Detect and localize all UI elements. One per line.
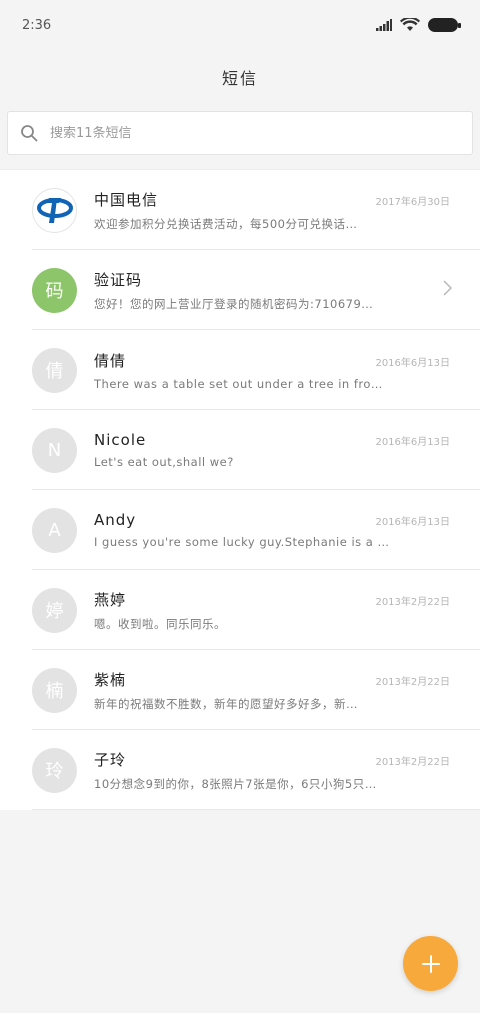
message-item[interactable]: A Andy 2016年6月13日 I guess you're some lu… [0, 490, 480, 570]
sender-name: Nicole [94, 431, 147, 449]
message-date: 2013年2月22日 [375, 676, 450, 688]
message-header: 子玲 2013年2月22日 [94, 749, 450, 770]
message-preview: Let's eat out,shall we? [94, 455, 234, 469]
sms-screen: 2:36 短信 搜索11条短信 中国电信 2017年6月30日 欢迎参加积分兑换… [0, 0, 480, 1013]
message-header: 紫楠 2013年2月22日 [94, 669, 450, 690]
message-preview: 新年的祝福数不胜数，新年的愿望好多好多，新… [94, 696, 358, 711]
message-body: 中国电信 2017年6月30日 欢迎参加积分兑换话费活动，每500分可兑换话… [94, 189, 450, 232]
status-time: 2:36 [22, 17, 52, 33]
message-list: 中国电信 2017年6月30日 欢迎参加积分兑换话费活动，每500分可兑换话… … [0, 169, 480, 810]
message-body: 子玲 2013年2月22日 10分想念9到的你，8张照片7张是你，6只小狗5只… [94, 749, 450, 792]
message-item[interactable]: 楠 紫楠 2013年2月22日 新年的祝福数不胜数，新年的愿望好多好多，新… [0, 650, 480, 730]
sender-name: 中国电信 [94, 190, 159, 209]
message-date: 2016年6月13日 [375, 357, 450, 369]
status-bar: 2:36 [0, 0, 480, 50]
message-preview: 欢迎参加积分兑换话费活动，每500分可兑换话… [94, 216, 358, 231]
message-header: 验证码 [94, 269, 450, 290]
search-area [0, 104, 480, 162]
plus-icon [421, 954, 440, 973]
telecom-logo-icon [32, 187, 77, 233]
message-date: 2013年2月22日 [375, 756, 450, 768]
message-header: Nicole 2016年6月13日 [94, 431, 450, 449]
status-icons [376, 18, 461, 32]
search-icon [21, 125, 38, 142]
search-box[interactable] [7, 111, 473, 155]
new-message-button[interactable] [403, 936, 458, 991]
search-input[interactable] [50, 125, 460, 141]
message-date: 2013年2月22日 [375, 596, 450, 608]
message-item[interactable]: 倩 倩倩 2016年6月13日 There was a table set ou… [0, 330, 480, 410]
avatar: 婷 [32, 587, 77, 633]
message-body: 倩倩 2016年6月13日 There was a table set out … [94, 350, 450, 391]
sender-name: 子玲 [94, 750, 127, 769]
title-bar: 短信 [0, 50, 480, 104]
message-item[interactable]: 玲 子玲 2013年2月22日 10分想念9到的你，8张照片7张是你，6只小狗5… [0, 730, 480, 810]
message-preview: I guess you're some lucky guy.Stephanie … [94, 535, 390, 549]
avatar: 楠 [32, 667, 77, 713]
message-date: 2016年6月13日 [375, 517, 450, 528]
message-item[interactable]: N Nicole 2016年6月13日 Let's eat out,shall … [0, 410, 480, 490]
sender-name: 倩倩 [94, 351, 127, 370]
message-preview: 嗯。收到啦。同乐同乐。 [94, 616, 226, 631]
message-item[interactable]: 婷 燕婷 2013年2月22日 嗯。收到啦。同乐同乐。 [0, 570, 480, 650]
avatar: 玲 [32, 747, 77, 793]
message-body: Andy 2016年6月13日 I guess you're some luck… [94, 511, 450, 549]
avatar: A [32, 507, 77, 553]
sender-name: Andy [94, 511, 137, 529]
message-preview: There was a table set out under a tree i… [94, 376, 383, 391]
sender-name: 燕婷 [94, 590, 127, 609]
message-date: 2017年6月30日 [375, 196, 450, 208]
message-body: Nicole 2016年6月13日 Let's eat out,shall we… [94, 431, 450, 469]
sender-name: 紫楠 [94, 670, 127, 689]
signal-icon [376, 19, 392, 31]
divider [32, 809, 480, 810]
avatar: 码 [32, 267, 77, 313]
message-body: 紫楠 2013年2月22日 新年的祝福数不胜数，新年的愿望好多好多，新… [94, 669, 450, 712]
sender-name: 验证码 [94, 270, 143, 289]
chevron-right-icon [443, 280, 452, 296]
message-header: 燕婷 2013年2月22日 [94, 589, 450, 610]
page-title: 短信 [221, 69, 258, 88]
wifi-icon [400, 18, 420, 31]
message-header: 中国电信 2017年6月30日 [94, 189, 450, 210]
message-date: 2016年6月13日 [375, 437, 450, 448]
message-preview: 您好！您的网上营业厅登录的随机密码为:710679… [94, 296, 374, 311]
avatar: 倩 [32, 347, 77, 393]
message-item[interactable]: 码 验证码 您好！您的网上营业厅登录的随机密码为:710679… [0, 250, 480, 330]
avatar: N [32, 427, 77, 473]
message-item[interactable]: 中国电信 2017年6月30日 欢迎参加积分兑换话费活动，每500分可兑换话… [0, 170, 480, 250]
battery-icon [428, 18, 461, 32]
message-body: 燕婷 2013年2月22日 嗯。收到啦。同乐同乐。 [94, 589, 450, 632]
message-header: Andy 2016年6月13日 [94, 511, 450, 529]
message-header: 倩倩 2016年6月13日 [94, 350, 450, 371]
message-body: 验证码 您好！您的网上营业厅登录的随机密码为:710679… [94, 269, 450, 312]
message-preview: 10分想念9到的你，8张照片7张是你，6只小狗5只… [94, 776, 377, 791]
